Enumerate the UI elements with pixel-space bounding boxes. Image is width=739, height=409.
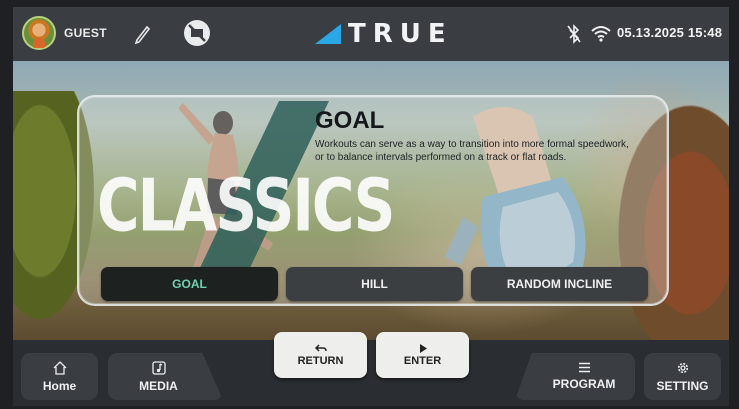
datetime: 05.13.2025 15:48	[617, 25, 723, 40]
return-button[interactable]: RETURN	[274, 332, 367, 378]
gear-icon	[677, 362, 688, 373]
status-bar: GUEST TRUE 05.13.2025 15:48	[13, 7, 729, 61]
program-info-panel: CLASSICS GOAL Workouts can serve as a wa…	[77, 95, 669, 306]
music-note-icon	[151, 360, 166, 375]
program-selector: GOAL HILL RANDOM INCLINE	[101, 267, 648, 301]
program-button-goal[interactable]: GOAL	[101, 267, 278, 301]
hero-background: CLASSICS GOAL Workouts can serve as a wa…	[13, 61, 729, 340]
program-button-hill[interactable]: HILL	[286, 267, 463, 301]
setting-button[interactable]: SETTING	[644, 353, 721, 400]
brand-mark-icon	[315, 24, 341, 44]
bottom-nav: Home MEDIA RETURN ENTER PROGRAM SETTING	[13, 332, 729, 406]
avatar-icon[interactable]	[22, 16, 56, 50]
home-label: Home	[42, 378, 77, 393]
user-name[interactable]: GUEST	[64, 26, 107, 40]
pencil-icon[interactable]	[132, 21, 152, 45]
bluetooth-off-icon	[567, 24, 581, 44]
return-label: RETURN	[297, 354, 344, 367]
enter-button[interactable]: ENTER	[376, 332, 469, 378]
program-label: PROGRAM	[552, 377, 616, 391]
media-label: MEDIA	[139, 378, 178, 393]
home-button[interactable]: Home	[21, 353, 98, 400]
no-service-icon[interactable]	[183, 19, 211, 47]
program-title: GOAL	[315, 107, 385, 134]
list-icon	[578, 362, 590, 373]
home-icon	[53, 360, 66, 375]
program-button-random-incline[interactable]: RANDOM INCLINE	[471, 267, 648, 301]
enter-label: ENTER	[403, 354, 442, 367]
program-button[interactable]: PROGRAM	[515, 353, 635, 400]
program-description: Workouts can serve as a way to transitio…	[315, 139, 629, 163]
wifi-icon	[591, 26, 611, 42]
brand-name: TRUE	[348, 19, 453, 49]
brand-logo: TRUE	[315, 19, 453, 49]
play-icon	[419, 343, 427, 353]
undo-arrow-icon	[314, 343, 327, 352]
classes-watermark: CLASSICS	[97, 163, 395, 248]
setting-label: SETTING	[656, 378, 709, 393]
media-button[interactable]: MEDIA	[108, 353, 223, 400]
